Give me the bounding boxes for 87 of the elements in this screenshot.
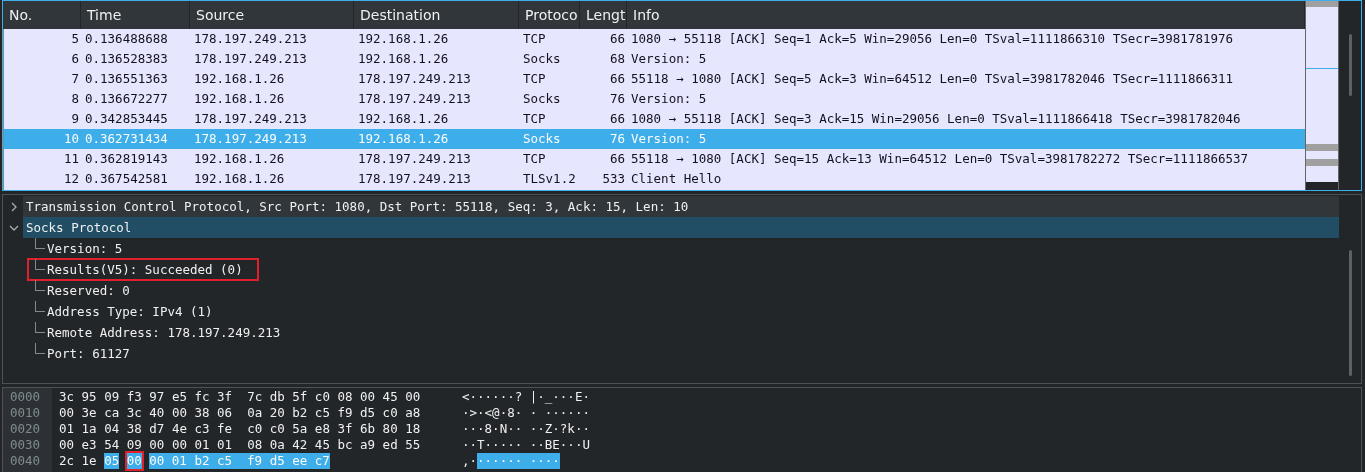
table-cell-text: 192.168.1.26 [357,130,450,148]
table-cell-text: 11 [62,150,80,168]
table-cell-text: 66 [608,70,626,88]
hex-bytes: 00 01 b2 c5 f9 d5 ee c7 [149,453,330,469]
table-cell-text: 66 [608,110,626,128]
table-cell-text: 178.197.249.213 [357,150,472,168]
table-cell-text: 0.342853445 [84,110,169,128]
table-cell-text: 0.136672277 [84,90,169,108]
table-cell-text: 178.197.249.213 [357,90,472,108]
table-cell-text: 0.136551363 [84,70,169,88]
table-cell-text: Socks [522,50,562,68]
packet-minimap[interactable] [1305,1,1340,190]
ascii-bytes: ···8·N·· ··Z·?k·· [462,421,590,437]
byte-offset: 0030 [9,437,42,453]
table-cell-text: Socks [522,130,562,148]
table-cell-text: TCP [522,150,547,168]
tree-item[interactable]: Socks Protocol [23,217,1340,238]
table-cell-text: 192.168.1.26 [357,50,450,68]
table-cell-text: 533 [601,170,626,188]
table-cell-text: 0.362731434 [84,130,169,148]
table-cell-text: 55118 → 1080 [ACK] Seq=5 Ack=3 Win=64512 Len=0 TSval=3981782046 TSecr=1111866311 [630,70,1235,88]
table-cell-text: 178.197.249.213 [357,170,472,188]
table-cell-text: Version: 5 [630,90,708,108]
hex-bytes: 00 3e ca 3c 40 00 38 06 0a 20 b2 c5 f9 d5 c0 a8 [59,405,421,421]
table-cell-text: TLSv1.2 [522,170,577,188]
table-cell-text: 66 [608,30,626,48]
table-cell-text: 192.168.1.26 [357,110,450,128]
table-cell-text: TCP [522,30,547,48]
table-cell-text: 178.197.249.213 [193,50,308,68]
table-cell-text: 9 [70,110,80,128]
table-cell-text: 192.168.1.26 [193,90,286,108]
table-cell-text: 178.197.249.213 [193,130,308,148]
byte-offset: 0040 [9,453,42,469]
table-cell-text: 68 [608,50,626,68]
byte-offset: 0010 [9,405,42,421]
table-cell-text: 6 [70,50,80,68]
table-cell-text: 192.168.1.26 [193,70,286,88]
table-cell-text: 76 [608,130,626,148]
tree-item[interactable]: Remote Address: 178.197.249.213 [45,323,295,342]
table-cell-text: Client Hello [630,170,723,188]
table-cell-text: 66 [608,150,626,168]
table-cell-text: Version: 5 [630,50,708,68]
byte-offset: 0000 [9,389,42,405]
table-cell-text: 178.197.249.213 [193,30,308,48]
scrollbar-thumb[interactable] [1348,250,1352,376]
hex-bytes: 01 1a 04 38 d7 4e c3 fe c0 c0 5a e8 3f 6b 80 18 [59,421,421,437]
table-cell-text: 178.197.249.213 [193,110,308,128]
table-cell-text: 178.197.249.213 [357,70,472,88]
table-cell-text: 10 [62,130,80,148]
table-cell-text: Version: 5 [630,130,708,148]
table-cell-text: 8 [70,90,80,108]
table-cell-text: 0.362819143 [84,150,169,168]
table-cell-text: 0.136528383 [84,50,169,68]
ascii-bytes: ·>·<@·8· · ······ [462,405,590,421]
ascii-bytes: ······ ···· [477,453,560,469]
table-cell-text: 1080 → 55118 [ACK] Seq=3 Ack=15 Win=29056 Len=0 TSval=1111866418 TSecr=3981782046 [630,110,1242,128]
table-cell-text: 0.136488688 [84,30,169,48]
ascii-bytes: <······? |·_···E· [462,389,590,405]
table-cell-text: Socks [522,90,562,108]
tree-item[interactable]: Port: 61127 [45,344,144,363]
hex-bytes: 05 [104,453,120,469]
hex-bytes: 3c 95 09 f3 97 e5 fc 3f 7c db 5f c0 08 00 45 00 [59,389,421,405]
table-cell-text: 5 [70,30,80,48]
hex-bytes: 2c 1e [59,453,97,469]
tree-item[interactable]: Address Type: IPv4 (1) [45,302,227,321]
table-cell-text: 55118 → 1080 [ACK] Seq=15 Ack=13 Win=64512 Len=0 TSval=3981782272 TSecr=1111866537 [630,150,1250,168]
table-cell-text: 1080 → 55118 [ACK] Seq=1 Ack=5 Win=29056 Len=0 TSval=1111866310 TSecr=3981781976 [630,30,1235,48]
chevron-right-icon[interactable] [9,201,19,212]
tree-item[interactable]: Results(V5): Succeeded (0) [29,260,257,279]
table-cell-text: 76 [608,90,626,108]
table-cell-text: TCP [522,70,547,88]
tree-item[interactable]: Version: 5 [45,239,137,258]
table-cell-text: 12 [62,170,80,188]
tree-item[interactable]: Transmission Control Protocol, Src Port: 1080, Dst Port: 55118, Seq: 3, Ack: 15, Len: 10 [23,196,1340,217]
hex-bytes: 00 [126,453,142,469]
scrollbar-thumb[interactable] [1348,34,1352,96]
table-cell-text: 0.367542581 [84,170,169,188]
ascii-bytes: ··T····· ··BE···U [462,437,590,453]
table-cell-text: 192.168.1.26 [193,150,286,168]
ascii-bytes: ,· [462,453,478,469]
tree-item[interactable]: Reserved: 0 [45,281,144,300]
hex-bytes: 00 e3 54 09 00 00 01 01 08 0a 42 45 bc a9 ed 55 [59,437,421,453]
table-cell-text: 192.168.1.26 [357,30,450,48]
table-cell-text: TCP [522,110,547,128]
table-cell-text: 7 [70,70,80,88]
table-cell-text: 192.168.1.26 [193,170,286,188]
byte-offset: 0020 [9,421,42,437]
